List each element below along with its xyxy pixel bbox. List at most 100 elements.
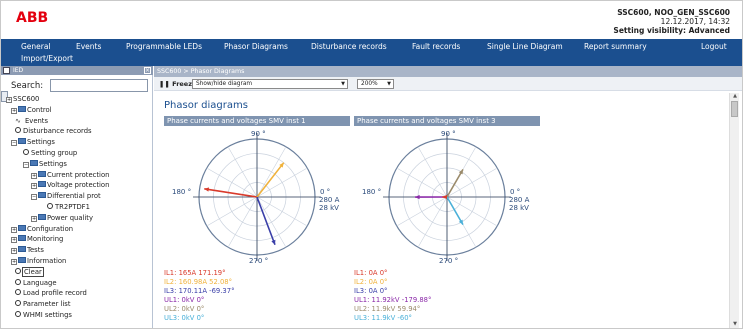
tree-item-events[interactable]: ∿ Events [15,117,48,126]
menu-phasor-diagrams[interactable]: Phasor Diagrams [224,42,288,51]
main-content: SSC600 > Phasor Diagrams ❚❚ Freeze Show/… [154,66,742,328]
phasor-readout: UL3: 11.9kV -60° [354,314,412,322]
grid-spoke [396,167,448,198]
item-icon [15,311,21,317]
tree-item-parameter-list[interactable]: Parameter list [15,300,71,309]
expand-toggle-icon[interactable]: + [31,172,37,179]
zoom-value: 200% [361,81,378,87]
scroll-thumb[interactable] [731,101,738,117]
menu-logout[interactable]: Logout [701,42,727,51]
pause-icon: ❚❚ [159,80,170,88]
item-icon [15,300,21,307]
phasor-readout: UL3: 0kV 0° [164,314,205,322]
device-info: SSC600, NOO_GEN_SSC600 12.12.2017, 14:32… [613,8,730,35]
zoom-select[interactable]: 200% ▼ [357,79,394,89]
tree-item-configuration[interactable]: + Configuration [11,224,73,234]
phasor-readout: IL3: 170.11A -69.37° [164,287,235,295]
expand-toggle-icon[interactable]: + [31,215,37,222]
search-label: Search: [11,81,44,91]
angle-label-90: 90 ° [441,130,456,138]
folder-icon [38,181,46,188]
menu-events[interactable]: Events [76,42,101,51]
grid-spoke [227,146,258,198]
phasor-readout: IL3: 0A 0° [354,287,388,295]
tree-item-differential-prot[interactable]: − Differential prot [31,192,101,201]
expand-toggle-icon[interactable]: + [6,97,12,103]
tree-item-power-quality[interactable]: + Power quality [31,213,93,223]
navigation-panel: IED × Search: + SSC600 + Control ∿ Events Dist… [1,66,153,328]
menu-programmable-leds[interactable]: Programmable LEDs [126,42,202,51]
item-icon [15,127,21,134]
tree-item-monitoring[interactable]: + Monitoring [11,235,63,244]
phasor-diagram-1: 90 ° 180 ° 0 ° 270 ° 280 A 28 kV [164,127,350,267]
menu-fault-records[interactable]: Fault records [412,42,460,51]
tree-item-settings[interactable]: − Settings [23,159,67,169]
tree-item-label: Information [27,257,67,265]
phasor-vector [256,196,276,246]
menu-import-export[interactable]: Import/Export [21,54,73,63]
menu-general[interactable]: General [21,42,51,51]
tree-item-load-profile-record[interactable]: Load profile record [15,289,87,298]
grid-spoke [256,196,308,227]
tree-item-label: Events [25,116,49,125]
item-icon [15,267,21,274]
tree-item-label: Tests [27,246,44,255]
tree-item-voltage-protection[interactable]: + Voltage protection [31,181,109,190]
tree-item-tr2ptdf1[interactable]: TR2PTDF1 [47,203,90,212]
tree-item-label: Settings [27,138,55,147]
angle-label-270: 270 ° [249,257,269,265]
tree-item-label: TR2PTDF1 [55,203,90,211]
grid-spoke [417,196,448,248]
page-title: Phasor diagrams [164,100,248,111]
tree-item-ssc600[interactable]: + SSC600 [6,95,39,104]
search-input[interactable] [50,79,148,92]
app-header: ABB SSC600, NOO_GEN_SSC600 12.12.2017, 1… [1,1,742,39]
phasor-readout: IL2: 0A 0° [354,278,388,286]
abb-logo: ABB [16,10,49,26]
angle-label-180: 180 ° [172,188,192,196]
tree-item-clear[interactable]: Clear [15,266,44,277]
diagram-1-title: Phase currents and voltages SMV inst 1 [164,116,350,126]
diagram-2-title: Phase currents and voltages SMV inst 3 [354,116,540,126]
tree-item-control[interactable]: + Control [11,105,52,115]
expand-toggle-icon[interactable]: + [11,107,17,114]
tree-item-settings[interactable]: − Settings [11,138,55,147]
diagram-2-readouts: IL1: 0A 0° IL2: 0A 0° IL3: 0A 0° UL1: 11.92… [354,269,540,325]
expand-toggle-icon[interactable]: − [31,194,37,201]
expand-toggle-icon[interactable]: + [11,237,17,244]
tree-item-disturbance-records[interactable]: Disturbance records [15,127,92,136]
toolbar: ❚❚ Freeze Show/hide diagram ▼ 200% ▼ [154,77,742,91]
close-icon[interactable]: × [144,67,151,74]
expand-toggle-icon[interactable]: − [11,140,17,147]
expand-toggle-icon[interactable]: + [11,259,17,265]
scrollbar[interactable]: ▲ ▼ [729,93,739,328]
grid-spoke [256,167,308,198]
tree-item-language[interactable]: Language [15,278,57,288]
tree-item-label: Monitoring [27,235,64,244]
show-hide-diagram-select[interactable]: Show/hide diagram ▼ [192,79,348,89]
phasor-vector [204,188,258,198]
expand-toggle-icon[interactable]: + [31,183,37,190]
item-icon [15,289,21,296]
menu-report-summary[interactable]: Report summary [584,42,647,51]
scale-current: 280 A [319,196,340,204]
tree-item-information[interactable]: + Information [11,257,66,266]
folder-icon [18,257,26,263]
tree-item-whmi-settings[interactable]: WHMI settings [15,311,72,320]
tree-item-current-protection[interactable]: + Current protection [31,170,109,180]
tree-item-setting-group[interactable]: Setting group [23,149,77,158]
menu-single-line-diagram[interactable]: Single Line Diagram [487,42,563,51]
show-hide-value: Show/hide diagram [196,81,253,87]
angle-label-0: 0 ° [320,188,331,196]
panel-title: IED [13,67,24,74]
scroll-up-icon[interactable]: ▲ [731,93,739,100]
expand-toggle-icon[interactable]: + [11,226,17,233]
freeze-button[interactable]: ❚❚ Freeze [159,80,196,88]
scroll-down-icon[interactable]: ▼ [731,321,739,328]
expand-toggle-icon[interactable]: − [23,161,29,168]
expand-toggle-icon[interactable]: + [11,248,17,255]
tree-item-tests[interactable]: + Tests [11,246,44,255]
angle-label-270: 270 ° [439,257,459,265]
tree-item-label: Settings [39,159,67,168]
menu-disturbance-records[interactable]: Disturbance records [311,42,387,51]
